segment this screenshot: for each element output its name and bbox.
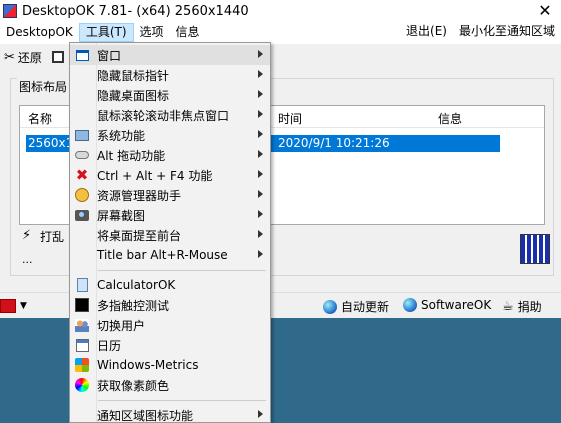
menu-separator xyxy=(98,400,266,401)
menu-item-label: 切换用户 xyxy=(97,318,146,333)
menu-item-label: 系统功能 xyxy=(97,128,146,143)
window-title: DesktopOK 7.81- (x64) 2560x1440 xyxy=(22,3,249,19)
submenu-arrow-icon xyxy=(258,190,263,198)
donate-label: 捐助 xyxy=(517,300,542,314)
close-icon[interactable]: ✕ xyxy=(535,1,555,20)
menu-item-label: CalculatorOK xyxy=(97,278,176,292)
menu-item-system[interactable]: 系统功能 xyxy=(70,125,270,145)
calculator-icon xyxy=(75,278,89,292)
menu-item-label: Title bar Alt+R-Mouse xyxy=(97,248,228,262)
menu-item-ctrl-alt-f4[interactable]: ✖ Ctrl + Alt + F4 功能 xyxy=(70,165,270,185)
menu-item-label: Alt 拖动功能 xyxy=(97,148,166,163)
globe-icon xyxy=(323,299,337,314)
users-icon xyxy=(75,318,89,332)
system-icon xyxy=(75,128,89,142)
submenu-arrow-icon xyxy=(258,50,263,58)
menu-item-switch-user[interactable]: 切换用户 xyxy=(70,315,270,335)
grid-icon xyxy=(520,234,550,264)
tools-menu: 窗口 隐藏鼠标指针 隐藏桌面图标 鼠标滚轮滚动非焦点窗口 系统功能 Alt 拖动… xyxy=(69,42,271,423)
menu-item-pixel-color[interactable]: 获取像素颜色 xyxy=(70,375,270,395)
submenu-arrow-icon xyxy=(258,210,263,218)
submenu-arrow-icon xyxy=(258,130,263,138)
color-swatch xyxy=(0,299,16,313)
menu-item-label: 屏幕截图 xyxy=(97,208,146,223)
submenu-arrow-icon xyxy=(258,230,263,238)
coffee-icon: ☕ xyxy=(502,299,514,314)
menu-item-hide-cursor[interactable]: 隐藏鼠标指针 xyxy=(70,65,270,85)
menu-item-wheel-scroll[interactable]: 鼠标滚轮滚动非焦点窗口 xyxy=(70,105,270,125)
menu-item-calculatorok[interactable]: CalculatorOK xyxy=(70,275,270,295)
submenu-arrow-icon xyxy=(258,70,263,78)
shuffle-button[interactable]: 打乱 xyxy=(40,228,64,245)
menu-item-label: Ctrl + Alt + F4 功能 xyxy=(97,168,213,183)
menu-item-label: 日历 xyxy=(97,338,122,353)
softwareok-link[interactable]: SoftwareOK xyxy=(403,298,491,312)
donate-link[interactable]: ☕ 捐助 xyxy=(502,298,542,315)
group-label: 图标布局 xyxy=(17,78,70,95)
menu-item-label: 鼠标滚轮滚动非焦点窗口 xyxy=(97,108,230,123)
submenu-arrow-icon xyxy=(258,90,263,98)
restore-button[interactable]: ✂ 还原 xyxy=(4,49,42,66)
menu-item-label: 资源管理器助手 xyxy=(97,188,182,203)
mouse-icon xyxy=(75,148,89,162)
submenu-arrow-icon xyxy=(258,110,263,118)
restore-label: 还原 xyxy=(17,50,42,65)
autoupdate-link[interactable]: 自动更新 xyxy=(323,298,389,315)
menu-item-calendar[interactable]: 日历 xyxy=(70,335,270,355)
menu-tools[interactable]: 工具(T) xyxy=(78,23,134,42)
red-x-icon: ✖ xyxy=(75,166,89,184)
calendar-icon xyxy=(75,338,89,352)
menu-bar: DesktopOK 工具(T) 选项 信息 退出(E) 最小化至通知区域 xyxy=(0,22,561,43)
menu-minimize-tray[interactable]: 最小化至通知区域 xyxy=(453,22,561,41)
menu-item-windows-metrics[interactable]: Windows-Metrics xyxy=(70,355,270,375)
windows-icon xyxy=(75,358,89,372)
color-selector[interactable]: ▼ xyxy=(0,298,34,314)
lightning-icon[interactable]: ⚡ xyxy=(22,228,31,243)
menu-desktopok[interactable]: DesktopOK xyxy=(0,23,79,42)
menu-item-hide-desktop-icons[interactable]: 隐藏桌面图标 xyxy=(70,85,270,105)
submenu-arrow-icon xyxy=(258,150,263,158)
helper-icon xyxy=(75,188,89,202)
color-picker-icon xyxy=(75,378,89,392)
row-time: 2020/9/1 10:21:26 xyxy=(278,136,390,150)
menu-item-titlebar-alt[interactable]: Title bar Alt+R-Mouse xyxy=(70,245,270,265)
column-info[interactable]: 信息 xyxy=(438,110,462,127)
column-time[interactable]: 时间 xyxy=(278,110,302,127)
camera-icon xyxy=(75,208,89,222)
menu-item-explorer-helper[interactable]: 资源管理器助手 xyxy=(70,185,270,205)
ellipsis-label: ... xyxy=(22,253,33,266)
menu-item-window[interactable]: 窗口 xyxy=(70,45,270,65)
menu-item-label: 隐藏鼠标指针 xyxy=(97,68,170,83)
autoupdate-label: 自动更新 xyxy=(341,300,390,314)
submenu-arrow-icon xyxy=(258,250,263,258)
menu-item-multitouch[interactable]: 多指触控测试 xyxy=(70,295,270,315)
touch-icon xyxy=(75,298,89,312)
menu-exit[interactable]: 退出(E) xyxy=(400,22,453,41)
menu-item-label: Windows-Metrics xyxy=(97,358,199,372)
menu-item-alt-drag[interactable]: Alt 拖动功能 xyxy=(70,145,270,165)
chevron-down-icon: ▼ xyxy=(20,301,27,311)
title-bar: DesktopOK 7.81- (x64) 2560x1440 ✕ xyxy=(0,0,561,22)
menu-separator xyxy=(98,270,266,271)
save-icon[interactable] xyxy=(51,51,64,63)
app-icon xyxy=(3,4,17,18)
menu-info[interactable]: 信息 xyxy=(170,23,206,42)
submenu-arrow-icon xyxy=(258,410,263,418)
menu-item-screenshot[interactable]: 屏幕截图 xyxy=(70,205,270,225)
menu-item-desktop-front[interactable]: 将桌面提至前台 xyxy=(70,225,270,245)
restore-icon: ✂ xyxy=(4,49,15,65)
softwareok-label: SoftwareOK xyxy=(421,298,492,312)
menu-item-label: 多指触控测试 xyxy=(97,298,170,313)
menu-item-tray-icons[interactable]: 通知区域图标功能 xyxy=(70,405,270,423)
menu-item-label: 获取像素颜色 xyxy=(97,378,170,393)
window-icon xyxy=(75,48,89,62)
menu-options[interactable]: 选项 xyxy=(134,23,170,42)
menu-item-label: 将桌面提至前台 xyxy=(97,228,182,243)
menu-item-label: 窗口 xyxy=(97,48,122,63)
menu-item-label: 通知区域图标功能 xyxy=(97,408,194,423)
globe-icon xyxy=(403,298,417,312)
menu-item-label: 隐藏桌面图标 xyxy=(97,88,170,103)
submenu-arrow-icon xyxy=(258,170,263,178)
column-name[interactable]: 名称 xyxy=(28,110,52,127)
